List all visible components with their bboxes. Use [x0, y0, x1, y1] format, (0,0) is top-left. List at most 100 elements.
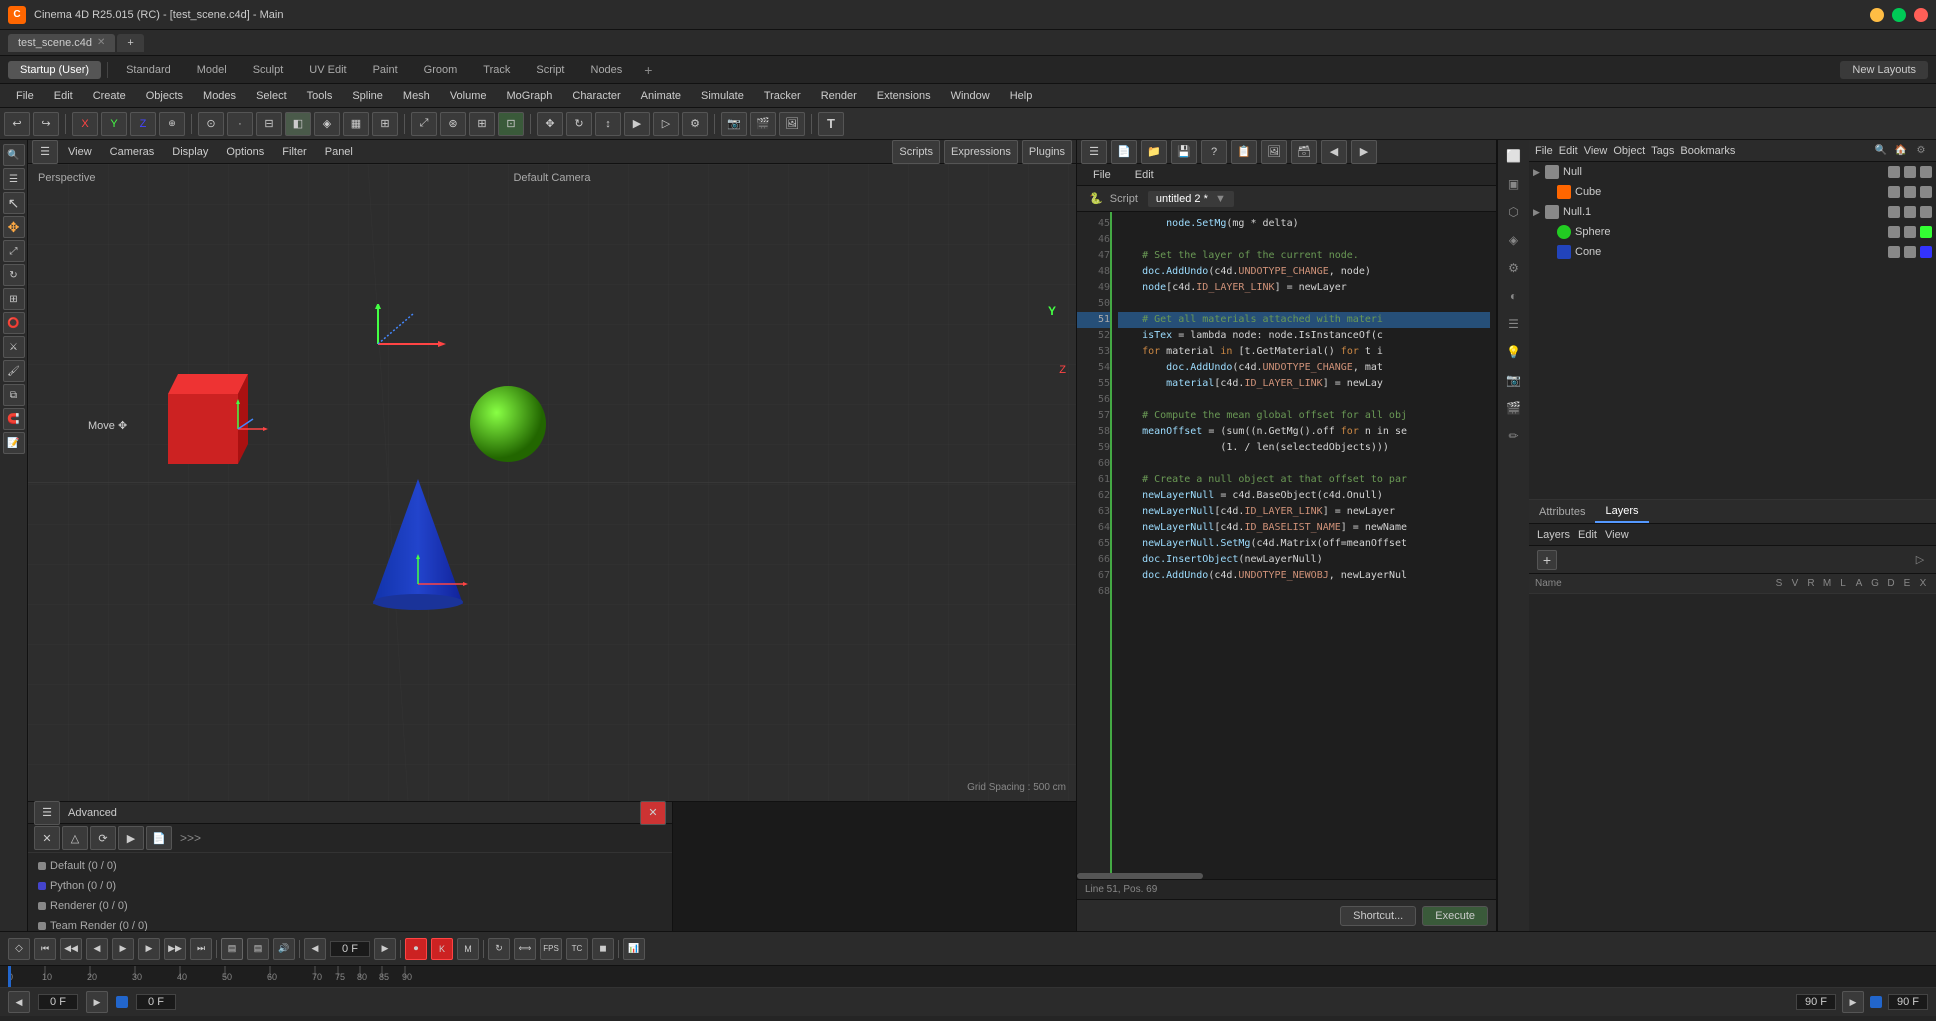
menu-tools[interactable]: Tools: [299, 88, 341, 104]
shortcut-button[interactable]: Shortcut...: [1340, 906, 1416, 926]
script-folder-icon[interactable]: 📁: [1141, 140, 1167, 164]
menu-extensions[interactable]: Extensions: [869, 88, 939, 104]
viewport-square-icon[interactable]: ▣: [1502, 172, 1526, 196]
render-queue-button[interactable]: 🎬: [750, 112, 776, 136]
clone-tool[interactable]: ⧉: [3, 384, 25, 406]
script-help-icon[interactable]: ?: [1201, 140, 1227, 164]
obj-render-null[interactable]: [1904, 166, 1916, 178]
obj-vis-cone[interactable]: [1888, 246, 1900, 258]
move-tool[interactable]: ✥: [3, 216, 25, 238]
tab-attributes[interactable]: Attributes: [1529, 500, 1595, 523]
obj-manager-tags[interactable]: Tags: [1651, 145, 1674, 157]
layout-tab-nodes[interactable]: Nodes: [579, 61, 635, 79]
transform-button[interactable]: ⤢: [411, 112, 437, 136]
obj-lock-cone[interactable]: [1920, 246, 1932, 258]
loop-button[interactable]: ↻: [488, 938, 510, 960]
add-layer-button[interactable]: +: [1537, 550, 1557, 570]
menu-mesh[interactable]: Mesh: [395, 88, 438, 104]
code-content[interactable]: node.SetMg(mg * delta) # Set the layer o…: [1112, 212, 1496, 873]
tab-layers[interactable]: Layers: [1595, 500, 1648, 523]
end-playhead[interactable]: [1870, 996, 1882, 1008]
layout-tab-sculpt[interactable]: Sculpt: [241, 61, 296, 79]
menu-modes[interactable]: Modes: [195, 88, 244, 104]
redo-button[interactable]: ↪: [33, 112, 59, 136]
obj-item-null1[interactable]: ▶ Null.1: [1529, 202, 1936, 222]
script-menu-toggle[interactable]: ☰: [1081, 140, 1107, 164]
points-mode-button[interactable]: ·: [227, 112, 253, 136]
adv-run-btn[interactable]: ▶: [118, 826, 144, 850]
script-save-icon[interactable]: 💾: [1171, 140, 1197, 164]
layout-tab-standard[interactable]: Standard: [114, 61, 183, 79]
render-preview-button[interactable]: ▶: [624, 112, 650, 136]
obj-vis-cube[interactable]: [1888, 186, 1900, 198]
uvw-mode-button[interactable]: ◈: [314, 112, 340, 136]
motion-button[interactable]: M: [457, 938, 479, 960]
playhead-indicator[interactable]: [116, 996, 128, 1008]
timeline-ruler[interactable]: 0 10 20 30 40 50 60 70 75 80 8: [0, 966, 1936, 988]
auto-key-button[interactable]: ▤: [221, 938, 243, 960]
layout-new-button[interactable]: +: [636, 59, 660, 81]
keyframe-button[interactable]: ◇: [8, 938, 30, 960]
grid-button[interactable]: ⊞: [469, 112, 495, 136]
menu-volume[interactable]: Volume: [442, 88, 495, 104]
viewport-cube-icon[interactable]: ⬜: [1502, 144, 1526, 168]
record-button[interactable]: ⏺: [405, 938, 427, 960]
script-file-menu[interactable]: File: [1085, 167, 1119, 183]
cursor-tool[interactable]: ↖: [3, 192, 25, 214]
layers-more-button[interactable]: ▷: [1912, 552, 1928, 568]
magnet-tool[interactable]: 🧲: [3, 408, 25, 430]
viewport-canvas[interactable]: Perspective Default Camera: [28, 164, 1076, 801]
step-forward-button[interactable]: ▶▶: [164, 938, 186, 960]
frame-nav-prev[interactable]: ◀: [8, 991, 30, 1013]
viewport-display-menu[interactable]: Display: [164, 144, 216, 160]
menu-select[interactable]: Select: [248, 88, 295, 104]
script-file-icon[interactable]: 📄: [1111, 140, 1137, 164]
file-tab-close[interactable]: ✕: [97, 37, 105, 48]
prev-frame-nav[interactable]: ◀: [304, 938, 326, 960]
axis-x-button[interactable]: X: [72, 112, 98, 136]
skip-to-start-button[interactable]: ⏮: [34, 938, 56, 960]
adv-clear-btn[interactable]: △: [62, 826, 88, 850]
viewport-view-menu[interactable]: View: [60, 144, 100, 160]
camera-button[interactable]: 📷: [721, 112, 747, 136]
viewport-panel-menu[interactable]: Panel: [317, 144, 361, 160]
obj-item-null[interactable]: ▶ Null: [1529, 162, 1936, 182]
viewport-camera-icon[interactable]: 📷: [1502, 368, 1526, 392]
adv-reload-btn[interactable]: ⟳: [90, 826, 116, 850]
code-editor[interactable]: 45 46 47 48 49 50 51 52 53 54 55 56 57 5…: [1077, 212, 1496, 873]
obj-search-icon[interactable]: 🔍: [1872, 142, 1890, 160]
script-edit-menu[interactable]: Edit: [1127, 167, 1162, 183]
play-range-button[interactable]: ▤: [247, 938, 269, 960]
menu-window[interactable]: Window: [943, 88, 998, 104]
polygons-mode-button[interactable]: ◧: [285, 112, 311, 136]
viewport-edit-icon[interactable]: ✏: [1502, 424, 1526, 448]
add-tab-button[interactable]: +: [117, 34, 143, 52]
object-mode-button[interactable]: ⊙: [198, 112, 224, 136]
adv-close-btn[interactable]: ✕: [640, 801, 666, 825]
obj-lock-cube[interactable]: [1920, 186, 1932, 198]
script-prev-icon[interactable]: ◀: [1321, 140, 1347, 164]
workplane-button[interactable]: ⊡: [498, 112, 524, 136]
viewport-plugins-btn[interactable]: Plugins: [1022, 140, 1072, 164]
menu-spline[interactable]: Spline: [344, 88, 391, 104]
end-time-display[interactable]: [1888, 994, 1928, 1010]
viewport-settings-icon[interactable]: ⚙: [1502, 256, 1526, 280]
frame-nav-next[interactable]: ▶: [86, 991, 108, 1013]
axis-z-button[interactable]: Z: [130, 112, 156, 136]
graph-button[interactable]: 📊: [623, 938, 645, 960]
timecode-button[interactable]: TC: [566, 938, 588, 960]
move-tool-button[interactable]: ✥: [537, 112, 563, 136]
scale-tool[interactable]: ⤢: [3, 240, 25, 262]
toggle-tool-1[interactable]: ☰: [3, 168, 25, 190]
menu-edit[interactable]: Edit: [46, 88, 81, 104]
transform-tool[interactable]: ⊞: [3, 288, 25, 310]
obj-home-icon[interactable]: 🏠: [1892, 142, 1910, 160]
scale-tool-button[interactable]: ↕: [595, 112, 621, 136]
obj-vis-null1[interactable]: [1888, 206, 1900, 218]
file-tab[interactable]: test_scene.c4d ✕: [8, 34, 115, 52]
lasso-tool[interactable]: ⭕: [3, 312, 25, 334]
script-tab-dropdown[interactable]: ▼: [1215, 193, 1226, 205]
obj-lock-sphere[interactable]: [1920, 226, 1932, 238]
menu-create[interactable]: Create: [85, 88, 134, 104]
adv-item-python[interactable]: Python (0 / 0): [34, 877, 666, 895]
